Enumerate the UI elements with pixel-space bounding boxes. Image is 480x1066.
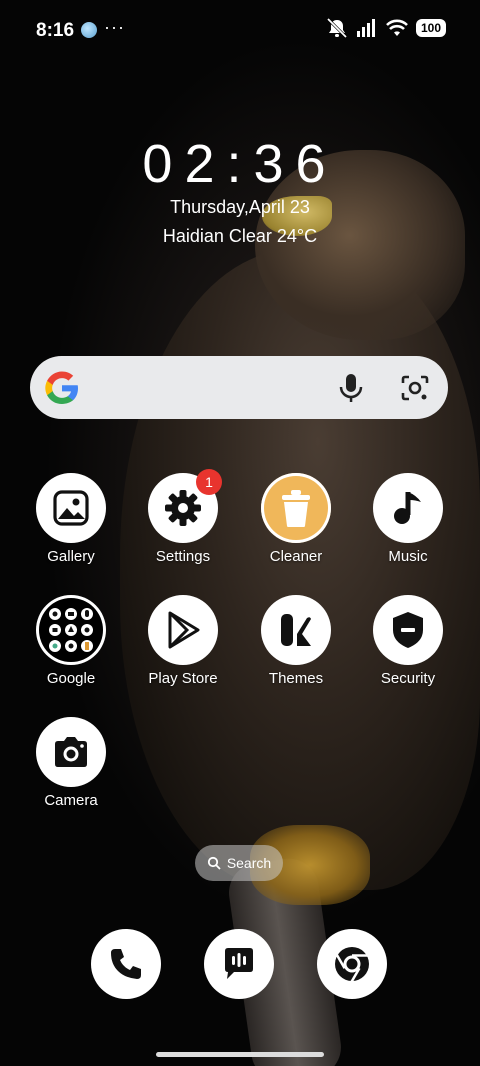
status-icons: 100 xyxy=(326,18,446,38)
shield-icon[interactable] xyxy=(373,595,443,665)
app-security[interactable]: Security xyxy=(353,595,463,687)
app-settings[interactable]: 1 Settings xyxy=(128,469,238,565)
status-time: 8:16 xyxy=(36,20,75,41)
more-notifications-icon: ··· xyxy=(104,17,125,37)
eagle-body xyxy=(120,250,480,890)
app-cleaner[interactable]: Cleaner xyxy=(241,473,351,565)
app-label: Music xyxy=(388,548,428,565)
app-label: Gallery xyxy=(47,548,95,565)
play-store-icon[interactable] xyxy=(148,595,218,665)
messages-icon xyxy=(225,948,253,979)
notification-badge: 1 xyxy=(196,469,222,495)
app-search-label: Search xyxy=(226,855,272,871)
app-label: Security xyxy=(380,670,436,687)
settings-gear-icon[interactable]: 1 xyxy=(148,469,222,543)
dock-chrome[interactable] xyxy=(317,929,387,999)
google-search-bar[interactable] xyxy=(30,356,448,419)
google-folder-icon[interactable] xyxy=(36,595,106,665)
signal-icon xyxy=(356,19,375,37)
app-label: Google xyxy=(46,670,96,687)
home-indicator[interactable] xyxy=(156,1052,324,1057)
app-gallery[interactable]: Gallery xyxy=(16,473,126,565)
google-logo-icon xyxy=(45,371,78,404)
google-lens-icon[interactable] xyxy=(400,374,430,402)
app-search-button[interactable]: Search xyxy=(195,845,283,881)
app-play-store[interactable]: Play Store xyxy=(128,595,238,687)
app-label: Settings xyxy=(155,548,211,565)
phone-icon xyxy=(111,949,141,979)
weather-text[interactable]: Haidian Clear 24°C xyxy=(0,226,480,247)
clock-time[interactable]: 02:36 xyxy=(0,133,480,195)
notification-icon xyxy=(81,22,97,38)
music-note-icon[interactable] xyxy=(373,473,443,543)
voice-search-icon[interactable] xyxy=(336,372,366,404)
app-themes[interactable]: Themes xyxy=(241,595,351,687)
clock-date[interactable]: Thursday,April 23 xyxy=(0,197,480,218)
battery-indicator: 100 xyxy=(415,19,446,37)
app-label: Themes xyxy=(268,670,324,687)
app-label: Play Store xyxy=(148,670,218,687)
gallery-icon[interactable] xyxy=(36,473,106,543)
cleaner-icon[interactable] xyxy=(261,473,331,543)
themes-icon[interactable] xyxy=(261,595,331,665)
wifi-icon xyxy=(386,19,408,36)
dock-messages[interactable] xyxy=(204,929,274,999)
status-bar: 8:16 ··· 100 xyxy=(0,0,480,60)
mute-icon xyxy=(326,18,348,38)
dock-phone[interactable] xyxy=(91,929,161,999)
search-icon xyxy=(207,856,221,870)
camera-icon[interactable] xyxy=(36,717,106,787)
app-google-folder[interactable]: Google xyxy=(16,595,126,687)
chrome-icon xyxy=(335,947,369,983)
app-camera[interactable]: Camera xyxy=(16,717,126,809)
app-label: Cleaner xyxy=(269,548,323,565)
app-music[interactable]: Music xyxy=(353,473,463,565)
app-label: Camera xyxy=(44,792,98,809)
